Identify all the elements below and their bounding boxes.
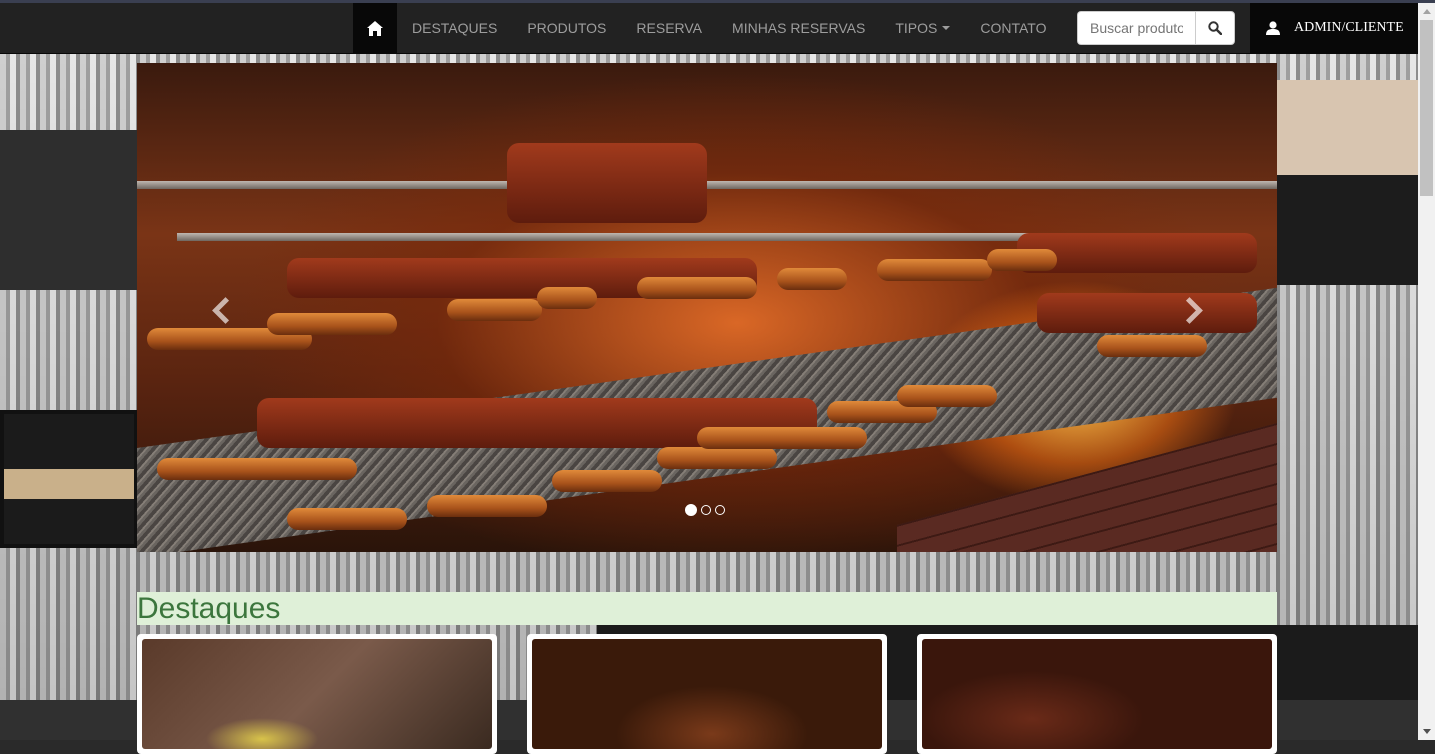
nav-link-destaques[interactable]: DESTAQUES	[397, 3, 512, 53]
nav-link-produtos[interactable]: PRODUTOS	[512, 3, 621, 53]
carousel-indicators	[685, 504, 725, 516]
skewer-handle	[877, 259, 992, 281]
skewer-handle	[552, 470, 662, 492]
skewer-handle	[287, 508, 407, 530]
nav-link-contato[interactable]: CONTATO	[965, 3, 1061, 53]
food-photo-3	[922, 639, 1272, 749]
food-photo-2	[532, 639, 882, 749]
background-roof	[1277, 80, 1418, 175]
search-form	[1077, 11, 1235, 45]
search-icon	[1208, 21, 1222, 35]
nav-links: DESTAQUES PRODUTOS RESERVA MINHAS RESERV…	[397, 3, 1061, 53]
skewer-handle	[427, 495, 547, 517]
nav-dropdown-tipos[interactable]: TIPOS	[880, 3, 965, 53]
background-left-panel	[0, 130, 137, 290]
user-label: ADMIN/CLIENTE	[1294, 20, 1404, 35]
nav-link-minhas-reservas[interactable]: MINHAS RESERVAS	[717, 3, 880, 53]
page-scrollbar[interactable]	[1418, 3, 1435, 740]
carousel-indicator-2[interactable]	[701, 505, 711, 515]
scroll-thumb[interactable]	[1420, 20, 1433, 196]
background-right-panel	[1277, 175, 1418, 285]
skewer-handle	[637, 277, 757, 299]
carousel-indicator-3[interactable]	[715, 505, 725, 515]
skewer-handle	[1097, 335, 1207, 357]
skewer-handle	[537, 287, 597, 309]
carousel-next-button[interactable]	[1169, 285, 1209, 335]
chevron-right-icon	[1175, 296, 1203, 324]
skewer-handle	[697, 427, 867, 449]
carousel-indicator-1[interactable]	[685, 504, 697, 516]
user-menu[interactable]: ADMIN/CLIENTE	[1250, 3, 1418, 53]
scroll-down-button[interactable]	[1418, 723, 1435, 740]
search-input[interactable]	[1077, 11, 1195, 45]
carousel-prev-button[interactable]	[205, 285, 245, 335]
nav-dropdown-tipos-label: TIPOS	[895, 20, 938, 36]
skewer-handle	[657, 447, 777, 469]
background-window	[0, 410, 138, 548]
meat-piece	[1037, 293, 1257, 333]
skewer-handle	[447, 299, 542, 321]
arrow-up-icon	[1422, 9, 1431, 14]
chevron-left-icon	[211, 296, 239, 324]
skewer-handle	[267, 313, 397, 335]
hero-carousel	[137, 63, 1277, 552]
featured-card-3[interactable]	[917, 634, 1277, 754]
featured-card-2[interactable]	[527, 634, 887, 754]
food-photo-1	[142, 639, 492, 749]
user-icon	[1266, 21, 1280, 35]
skewer-handle	[897, 385, 997, 407]
nav-home-button[interactable]	[353, 3, 397, 53]
top-navbar: DESTAQUES PRODUTOS RESERVA MINHAS RESERV…	[0, 3, 1418, 54]
skewer-handle	[987, 249, 1057, 271]
featured-card-1[interactable]	[137, 634, 497, 754]
caret-down-icon	[942, 26, 951, 30]
scroll-up-button[interactable]	[1418, 3, 1435, 20]
skewer-handle	[777, 268, 847, 290]
arrow-down-icon	[1422, 729, 1431, 734]
section-title: Destaques	[137, 592, 1277, 625]
skewer-rod	[137, 181, 1277, 189]
search-button[interactable]	[1195, 11, 1235, 45]
nav-link-reserva[interactable]: RESERVA	[621, 3, 717, 53]
home-icon	[367, 20, 383, 36]
skewer-handle	[157, 458, 357, 480]
meat-piece	[507, 143, 707, 223]
